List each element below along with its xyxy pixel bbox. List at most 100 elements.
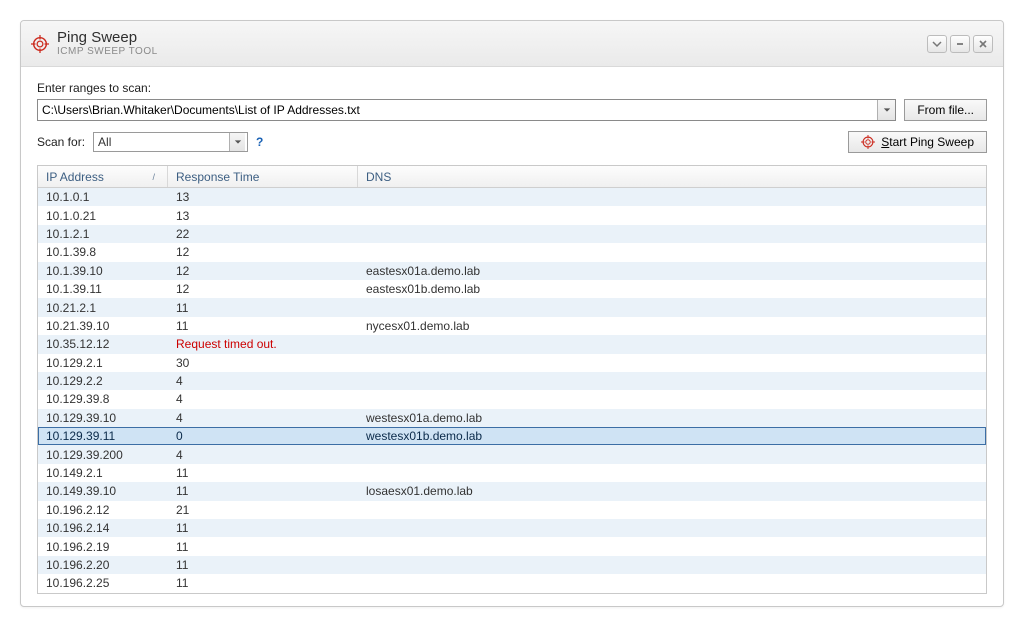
- cell-response-time: 13: [168, 190, 358, 204]
- cell-response-time: 30: [168, 356, 358, 370]
- collapse-button[interactable]: [927, 35, 947, 53]
- titlebar: Ping Sweep ICMP SWEEP TOOL: [21, 21, 1003, 67]
- table-row[interactable]: 10.129.39.104westesx01a.demo.lab: [38, 409, 986, 427]
- column-response-time[interactable]: Response Time: [168, 166, 358, 187]
- table-row[interactable]: 10.35.12.12Request timed out.: [38, 335, 986, 353]
- table-row[interactable]: 10.21.39.1011nycesx01.demo.lab: [38, 317, 986, 335]
- table-row[interactable]: 10.196.2.1411: [38, 519, 986, 537]
- table-row[interactable]: 10.1.39.1012eastesx01a.demo.lab: [38, 262, 986, 280]
- cell-response-time: 22: [168, 227, 358, 241]
- cell-response-time: 4: [168, 448, 358, 462]
- cell-ip: 10.196.2.14: [38, 521, 168, 535]
- close-button[interactable]: [973, 35, 993, 53]
- start-ping-sweep-button[interactable]: Start Ping Sweep: [848, 131, 987, 153]
- cell-response-time: 21: [168, 503, 358, 517]
- ranges-combo[interactable]: [37, 99, 896, 121]
- cell-ip: 10.149.39.10: [38, 484, 168, 498]
- minimize-button[interactable]: [950, 35, 970, 53]
- cell-ip: 10.129.39.10: [38, 411, 168, 425]
- cell-ip: 10.129.39.11: [38, 429, 168, 443]
- column-ip[interactable]: IP Address /: [38, 166, 168, 187]
- from-file-button[interactable]: From file...: [904, 99, 987, 121]
- table-row[interactable]: 10.21.2.111: [38, 298, 986, 316]
- cell-dns: eastesx01b.demo.lab: [358, 282, 986, 296]
- cell-response-time: 13: [168, 209, 358, 223]
- cell-ip: 10.1.39.11: [38, 282, 168, 296]
- grid-header: IP Address / Response Time DNS: [38, 166, 986, 188]
- cell-response-time: 0: [168, 429, 358, 443]
- cell-ip: 10.1.39.8: [38, 245, 168, 259]
- cell-ip: 10.196.2.25: [38, 576, 168, 590]
- table-row[interactable]: 10.196.2.1221: [38, 501, 986, 519]
- table-row[interactable]: 10.1.0.2113: [38, 206, 986, 224]
- window-subtitle: ICMP SWEEP TOOL: [57, 46, 158, 57]
- cell-dns: westesx01b.demo.lab: [358, 429, 986, 443]
- cell-ip: 10.1.2.1: [38, 227, 168, 241]
- cell-response-time: Request timed out.: [168, 337, 358, 351]
- cell-ip: 10.129.2.2: [38, 374, 168, 388]
- scan-for-arrow[interactable]: [229, 133, 245, 151]
- target-icon: [31, 35, 49, 53]
- cell-ip: 10.1.39.10: [38, 264, 168, 278]
- cell-ip: 10.129.39.8: [38, 392, 168, 406]
- cell-response-time: 12: [168, 264, 358, 278]
- scan-for-label: Scan for:: [37, 135, 85, 149]
- table-row[interactable]: 10.149.39.1011losaesx01.demo.lab: [38, 482, 986, 500]
- cell-response-time: 12: [168, 245, 358, 259]
- cell-response-time: 4: [168, 411, 358, 425]
- cell-ip: 10.196.2.19: [38, 540, 168, 554]
- cell-response-time: 11: [168, 484, 358, 498]
- cell-ip: 10.149.2.1: [38, 466, 168, 480]
- cell-response-time: 11: [168, 558, 358, 572]
- cell-response-time: 4: [168, 374, 358, 388]
- cell-dns: westesx01a.demo.lab: [358, 411, 986, 425]
- ranges-dropdown-arrow[interactable]: [877, 100, 895, 120]
- cell-ip: 10.129.2.1: [38, 356, 168, 370]
- cell-ip: 10.21.2.1: [38, 301, 168, 315]
- cell-response-time: 4: [168, 392, 358, 406]
- cell-response-time: 11: [168, 540, 358, 554]
- table-row[interactable]: 10.196.2.2011: [38, 556, 986, 574]
- target-icon: [861, 135, 875, 149]
- cell-ip: 10.21.39.10: [38, 319, 168, 333]
- cell-response-time: 12: [168, 282, 358, 296]
- sort-indicator-icon: /: [152, 172, 159, 182]
- cell-response-time: 11: [168, 576, 358, 590]
- table-row[interactable]: 10.196.2.2511: [38, 574, 986, 592]
- table-row[interactable]: 10.149.2.111: [38, 464, 986, 482]
- cell-response-time: 11: [168, 521, 358, 535]
- ranges-label: Enter ranges to scan:: [37, 81, 987, 95]
- cell-ip: 10.129.39.200: [38, 448, 168, 462]
- cell-dns: nycesx01.demo.lab: [358, 319, 986, 333]
- table-row[interactable]: 10.129.39.2004: [38, 445, 986, 463]
- table-row[interactable]: 10.1.39.1112eastesx01b.demo.lab: [38, 280, 986, 298]
- table-row[interactable]: 10.129.39.84: [38, 390, 986, 408]
- table-row[interactable]: 10.129.2.24: [38, 372, 986, 390]
- table-row[interactable]: 10.196.2.1911: [38, 537, 986, 555]
- grid-body: 10.1.0.11310.1.0.211310.1.2.12210.1.39.8…: [38, 188, 986, 593]
- scan-for-value: All: [98, 135, 229, 149]
- table-row[interactable]: 10.129.39.110westesx01b.demo.lab: [38, 427, 986, 445]
- results-grid: IP Address / Response Time DNS 10.1.0.11…: [37, 165, 987, 594]
- table-row[interactable]: 10.1.39.812: [38, 243, 986, 261]
- start-button-label: Start Ping Sweep: [881, 135, 974, 149]
- ranges-input[interactable]: [38, 103, 877, 117]
- cell-dns: losaesx01.demo.lab: [358, 484, 986, 498]
- scan-for-select[interactable]: All: [93, 132, 248, 152]
- cell-response-time: 11: [168, 466, 358, 480]
- table-row[interactable]: 10.1.2.122: [38, 225, 986, 243]
- content-area: Enter ranges to scan: From file... Scan …: [21, 67, 1003, 606]
- cell-ip: 10.196.2.12: [38, 503, 168, 517]
- cell-ip: 10.1.0.1: [38, 190, 168, 204]
- cell-response-time: 11: [168, 301, 358, 315]
- table-row[interactable]: 10.129.2.130: [38, 354, 986, 372]
- column-dns[interactable]: DNS: [358, 166, 986, 187]
- window-title: Ping Sweep: [57, 30, 158, 47]
- cell-ip: 10.196.2.20: [38, 558, 168, 572]
- from-file-label: From file...: [917, 103, 974, 117]
- app-window: Ping Sweep ICMP SWEEP TOOL Enter ranges …: [20, 20, 1004, 607]
- cell-ip: 10.1.0.21: [38, 209, 168, 223]
- help-icon[interactable]: ?: [256, 135, 263, 149]
- table-row[interactable]: 10.1.0.113: [38, 188, 986, 206]
- cell-response-time: 11: [168, 319, 358, 333]
